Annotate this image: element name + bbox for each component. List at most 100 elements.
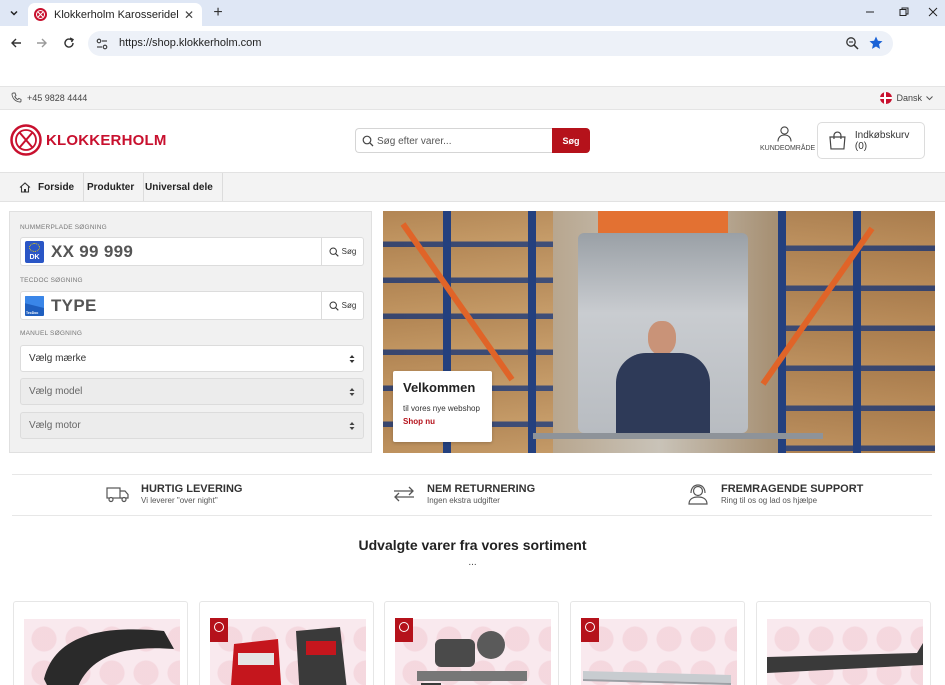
main-navigation: Forside Produkter Universal dele bbox=[0, 172, 945, 202]
welcome-title: Velkommen bbox=[403, 380, 476, 395]
forward-arrow-icon[interactable] bbox=[33, 34, 51, 52]
select-arrows-icon bbox=[349, 355, 355, 363]
search-icon bbox=[362, 135, 374, 147]
manual-search-label: MANUEL SØGNING bbox=[20, 330, 83, 337]
tab-search-chevron-icon[interactable] bbox=[5, 4, 23, 22]
product-card[interactable] bbox=[13, 601, 188, 685]
site-header: KLOKKERHOLM Søg KUNDEOMRÅDE Indkøbskurv … bbox=[0, 110, 945, 172]
select-model[interactable]: Vælg model bbox=[20, 378, 364, 405]
eu-plate-icon: DK bbox=[25, 241, 44, 263]
minimize-icon[interactable] bbox=[860, 3, 880, 21]
welcome-card: Velkommen til vores nye webshop Shop nu bbox=[393, 371, 492, 442]
product-image bbox=[395, 619, 551, 685]
plate-search-label-text: Søg bbox=[341, 247, 357, 256]
usp-title: FREMRAGENDE SUPPORT bbox=[721, 483, 864, 495]
nav-item-forside[interactable]: Forside bbox=[10, 173, 85, 201]
language-selector[interactable]: Dansk bbox=[880, 92, 933, 104]
user-icon bbox=[776, 126, 792, 142]
klokkerholm-badge-icon bbox=[395, 618, 413, 642]
select-brand[interactable]: Vælg mærke bbox=[20, 345, 364, 372]
search-input[interactable] bbox=[377, 133, 547, 149]
usp-title: HURTIG LEVERING bbox=[141, 483, 243, 495]
nav-item-label: Universal dele bbox=[145, 181, 213, 193]
customer-area-link[interactable]: KUNDEOMRÅDE bbox=[760, 126, 815, 152]
reload-icon[interactable] bbox=[60, 34, 78, 52]
search-icon bbox=[329, 300, 339, 311]
tab-title: Klokkerholm Karosseridele - Fe bbox=[54, 8, 178, 21]
select-arrows-icon bbox=[349, 388, 355, 396]
usp-row: HURTIG LEVERING Vi leverer "over night" … bbox=[12, 474, 932, 516]
tecdoc-input[interactable]: TYPE bbox=[51, 296, 97, 316]
site-settings-icon[interactable] bbox=[95, 37, 109, 51]
top-info-bar: +45 9828 4444 Dansk bbox=[0, 86, 945, 110]
search-field[interactable] bbox=[355, 128, 552, 153]
tecdoc-logo-icon: TecDoc bbox=[25, 296, 44, 316]
search-icon bbox=[329, 246, 339, 257]
tecdoc-search-button[interactable]: Søg bbox=[321, 292, 363, 319]
featured-title: Udvalgte varer fra vores sortiment bbox=[358, 537, 587, 553]
usp-subtitle: Vi leverer "over night" bbox=[141, 496, 218, 505]
browser-toolbar: https://shop.klokkerholm.com bbox=[0, 26, 945, 60]
arrows-exchange-icon bbox=[394, 486, 414, 502]
klokkerholm-badge-icon bbox=[210, 618, 228, 642]
plate-input[interactable]: XX 99 999 bbox=[51, 242, 133, 262]
product-image bbox=[24, 619, 180, 685]
nav-item-label: Forside bbox=[38, 181, 75, 193]
usp-fast-delivery: HURTIG LEVERING Vi leverer "over night" bbox=[106, 483, 242, 505]
phone-icon bbox=[11, 92, 22, 103]
back-arrow-icon[interactable] bbox=[7, 34, 25, 52]
tecdoc-search-label-text: Søg bbox=[341, 301, 357, 310]
nav-item-label: Produkter bbox=[87, 181, 135, 193]
select-engine-value: Vælg motor bbox=[29, 420, 81, 431]
site-logo[interactable]: KLOKKERHOLM bbox=[10, 124, 167, 156]
browser-tab[interactable]: Klokkerholm Karosseridele - Fe ✕ bbox=[28, 3, 202, 26]
usp-support: FREMRAGENDE SUPPORT Ring til os og lad o… bbox=[686, 483, 863, 505]
usp-title: NEM RETURNERING bbox=[427, 483, 536, 495]
usp-subtitle: Ring til os og lad os hjælpe bbox=[721, 496, 818, 505]
shelf-post bbox=[778, 211, 786, 453]
logo-text: KLOKKERHOLM bbox=[46, 131, 167, 149]
klokkerholm-favicon-icon bbox=[34, 8, 47, 21]
phone-number: +45 9828 4444 bbox=[27, 92, 88, 103]
forklift-driver bbox=[608, 321, 718, 433]
new-tab-icon[interactable]: + bbox=[209, 4, 227, 22]
featured-dots: ... bbox=[468, 557, 477, 568]
product-card[interactable] bbox=[756, 601, 931, 685]
usp-subtitle: Ingen ekstra udgifter bbox=[427, 496, 500, 505]
browser-tab-bar: Klokkerholm Karosseridele - Fe ✕ + bbox=[0, 0, 945, 26]
plate-country: DK bbox=[29, 254, 40, 261]
cart-button[interactable]: Indkøbskurv (0) bbox=[817, 122, 925, 159]
forklift-rail bbox=[533, 433, 823, 439]
shop-now-link[interactable]: Shop nu bbox=[403, 417, 482, 426]
vehicle-search-panel: NUMMERPLADE SØGNING DK XX 99 999 Søg TEC… bbox=[9, 211, 372, 453]
shelf-post bbox=[528, 211, 536, 453]
chevron-down-icon bbox=[926, 95, 933, 100]
address-bar[interactable]: https://shop.klokkerholm.com bbox=[88, 31, 893, 56]
language-label: Dansk bbox=[896, 93, 922, 103]
tab-close-icon[interactable]: ✕ bbox=[182, 8, 196, 22]
close-window-icon[interactable] bbox=[923, 3, 943, 21]
select-engine[interactable]: Vælg motor bbox=[20, 412, 364, 439]
plate-search-row[interactable]: DK XX 99 999 Søg bbox=[20, 237, 364, 266]
product-image bbox=[210, 619, 366, 685]
phone-contact[interactable]: +45 9828 4444 bbox=[11, 92, 87, 103]
product-card[interactable] bbox=[199, 601, 374, 685]
plate-search-label: NUMMERPLADE SØGNING bbox=[20, 224, 107, 231]
bookmark-star-icon[interactable] bbox=[868, 35, 884, 51]
tecdoc-search-label: TECDOC SØGNING bbox=[20, 277, 83, 284]
restore-icon[interactable] bbox=[894, 3, 914, 21]
plate-search-button[interactable]: Søg bbox=[321, 238, 363, 265]
product-card[interactable] bbox=[570, 601, 745, 685]
tecdoc-search-row[interactable]: TecDoc TYPE Søg bbox=[20, 291, 364, 320]
nav-item-produkter[interactable]: Produkter bbox=[78, 173, 145, 201]
truck-icon bbox=[106, 487, 129, 503]
cart-label: Indkøbskurv (0) bbox=[854, 129, 910, 152]
support-headset-icon bbox=[688, 484, 708, 505]
url-text[interactable]: https://shop.klokkerholm.com bbox=[119, 37, 261, 49]
search-button[interactable]: Søg bbox=[552, 128, 590, 153]
product-card[interactable] bbox=[384, 601, 559, 685]
product-image bbox=[581, 619, 737, 685]
nav-item-universal-dele[interactable]: Universal dele bbox=[136, 173, 223, 201]
zoom-icon[interactable] bbox=[845, 36, 860, 51]
product-image bbox=[767, 619, 923, 685]
